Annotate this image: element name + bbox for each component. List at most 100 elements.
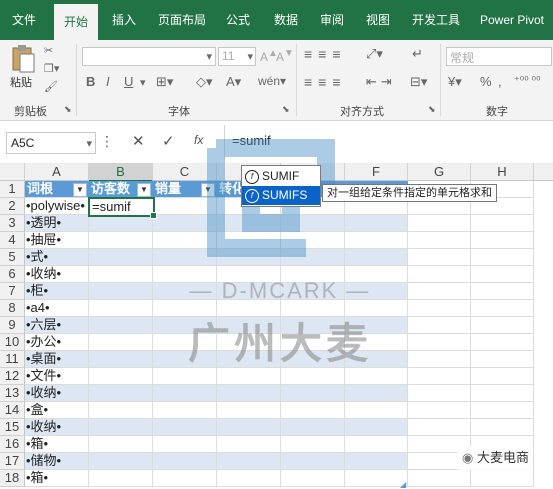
table-header-cell[interactable]: 词根 ▼	[25, 181, 89, 198]
cell[interactable]	[153, 453, 217, 470]
cell[interactable]	[89, 317, 153, 334]
cell[interactable]	[281, 402, 345, 419]
keyword-cell[interactable]: •柜•	[25, 283, 89, 300]
cell[interactable]	[408, 215, 471, 232]
enter-icon[interactable]: ✓	[162, 132, 175, 150]
row-header[interactable]: 4	[0, 232, 25, 249]
font-launcher-icon[interactable]: ⬊	[282, 104, 290, 115]
cell[interactable]	[217, 470, 281, 487]
keyword-cell[interactable]: •透明•	[25, 215, 89, 232]
row-header[interactable]: 5	[0, 249, 25, 266]
table-resize-handle[interactable]: ◢	[400, 480, 406, 489]
cell[interactable]	[281, 453, 345, 470]
cell[interactable]	[471, 470, 534, 487]
percent-button[interactable]: %	[480, 74, 492, 89]
column-header-a[interactable]: A	[25, 163, 89, 181]
cell[interactable]	[281, 317, 345, 334]
row-header[interactable]: 2	[0, 198, 25, 215]
keyword-cell[interactable]: •桌面•	[25, 351, 89, 368]
cell[interactable]	[281, 470, 345, 487]
tab-page-layout[interactable]: 页面布局	[154, 0, 210, 40]
table-header-cell[interactable]: 销量 ▼	[153, 181, 217, 198]
cell[interactable]	[471, 232, 534, 249]
cell[interactable]	[281, 351, 345, 368]
cell[interactable]	[89, 385, 153, 402]
cell[interactable]	[345, 215, 408, 232]
cell[interactable]	[153, 368, 217, 385]
orientation-icon[interactable]: ⤢▾	[366, 46, 383, 62]
cell[interactable]	[153, 198, 217, 215]
column-header-f[interactable]: F	[345, 163, 408, 181]
vertical-align-icons[interactable]: ≡≡≡	[304, 46, 347, 62]
cell[interactable]	[153, 419, 217, 436]
cell[interactable]	[89, 470, 153, 487]
cell[interactable]	[281, 266, 345, 283]
tab-view[interactable]: 视图	[360, 0, 396, 40]
cell[interactable]	[345, 351, 408, 368]
insert-function-icon[interactable]: fx	[194, 133, 203, 147]
cell[interactable]	[217, 402, 281, 419]
cell[interactable]	[471, 334, 534, 351]
cell[interactable]	[217, 385, 281, 402]
cell[interactable]	[89, 368, 153, 385]
keyword-cell[interactable]: •a4•	[25, 300, 89, 317]
cell[interactable]	[153, 334, 217, 351]
row-header[interactable]: 18	[0, 470, 25, 487]
cell[interactable]	[89, 351, 153, 368]
cell[interactable]	[153, 266, 217, 283]
cell[interactable]	[345, 368, 408, 385]
cell[interactable]	[217, 368, 281, 385]
cell[interactable]	[345, 300, 408, 317]
cell[interactable]	[281, 419, 345, 436]
cell[interactable]	[217, 334, 281, 351]
filter-dropdown-icon[interactable]: ▼	[201, 183, 215, 197]
cell[interactable]	[408, 283, 471, 300]
decimal-icons[interactable]: ⁺⁰⁰ ⁰⁰	[514, 74, 541, 87]
row-header[interactable]: 3	[0, 215, 25, 232]
row-header[interactable]: 7	[0, 283, 25, 300]
cell[interactable]	[281, 436, 345, 453]
underline-button[interactable]: U	[124, 74, 133, 89]
cell[interactable]	[345, 249, 408, 266]
cell[interactable]	[153, 317, 217, 334]
cell[interactable]	[471, 266, 534, 283]
keyword-cell[interactable]: •polywise•	[25, 198, 89, 215]
cell[interactable]	[217, 419, 281, 436]
cell[interactable]	[217, 300, 281, 317]
cell[interactable]	[153, 385, 217, 402]
cell[interactable]	[217, 283, 281, 300]
keyword-cell[interactable]: •文件•	[25, 368, 89, 385]
column-header-g[interactable]: G	[408, 163, 471, 181]
row-header[interactable]: 11	[0, 351, 25, 368]
cell[interactable]	[217, 453, 281, 470]
cell[interactable]	[217, 266, 281, 283]
cell[interactable]	[217, 436, 281, 453]
row-header[interactable]: 9	[0, 317, 25, 334]
keyword-cell[interactable]: •办公•	[25, 334, 89, 351]
cell[interactable]	[345, 385, 408, 402]
cell[interactable]	[345, 232, 408, 249]
cell[interactable]	[345, 436, 408, 453]
filter-dropdown-icon[interactable]: ▼	[137, 183, 151, 197]
autocomplete-item[interactable]: f SUMIF	[242, 167, 320, 186]
cell[interactable]	[153, 249, 217, 266]
cell[interactable]	[153, 283, 217, 300]
bold-button[interactable]: B	[86, 74, 95, 89]
row-header[interactable]: 12	[0, 368, 25, 385]
cell[interactable]	[153, 436, 217, 453]
cell[interactable]	[281, 249, 345, 266]
cell[interactable]	[471, 351, 534, 368]
cell[interactable]	[408, 317, 471, 334]
tab-file[interactable]: 文件	[6, 0, 42, 40]
copy-icon[interactable]: ❐▾	[44, 62, 59, 75]
autocomplete-item-selected[interactable]: f SUMIFS	[242, 186, 320, 205]
cell[interactable]	[408, 351, 471, 368]
paste-icon[interactable]	[10, 44, 36, 74]
format-painter-icon[interactable]: 🖌	[44, 80, 58, 93]
cell[interactable]	[408, 470, 471, 487]
cell[interactable]	[345, 266, 408, 283]
cell[interactable]	[153, 351, 217, 368]
cell[interactable]	[345, 283, 408, 300]
font-name-box[interactable]: ▾	[82, 47, 216, 66]
cell[interactable]	[89, 232, 153, 249]
